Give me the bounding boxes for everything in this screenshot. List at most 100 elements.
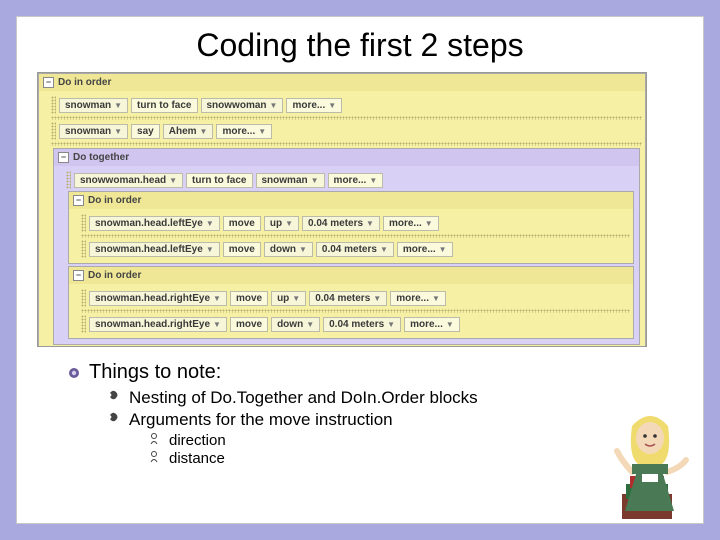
object-tile[interactable]: snowman▼ — [59, 124, 128, 139]
grip-icon[interactable] — [81, 214, 86, 232]
list-item: Nesting of Do.Together and DoIn.Order bl… — [107, 388, 683, 408]
dropdown-icon[interactable]: ▼ — [387, 320, 395, 329]
dir-tile[interactable]: down▼ — [271, 317, 320, 332]
dir-tile[interactable]: down▼ — [264, 242, 313, 257]
grip-icon[interactable] — [66, 171, 71, 189]
slide: Coding the first 2 steps − Do in order s… — [16, 16, 704, 524]
grip-icon[interactable] — [81, 289, 86, 307]
more-tile[interactable]: more...▼ — [286, 98, 342, 113]
bullet-icon — [107, 388, 121, 402]
dropdown-icon[interactable]: ▼ — [270, 101, 278, 110]
dropdown-icon[interactable]: ▼ — [439, 245, 447, 254]
list-item: Things to note: — [67, 361, 683, 384]
block-header[interactable]: − Do together — [54, 149, 639, 166]
code-row[interactable]: snowman▼ say Ahem▼ more...▼ — [51, 122, 642, 140]
code-row[interactable]: snowman▼ turn to face snowwoman▼ more...… — [51, 96, 642, 114]
grip-icon[interactable] — [51, 96, 56, 114]
grip-icon[interactable] — [51, 122, 56, 140]
method-tile[interactable]: turn to face — [131, 98, 197, 113]
code-row[interactable]: snowman.head.rightEye▼ move up▼ 0.04 met… — [81, 289, 630, 307]
grip-icon[interactable] — [81, 240, 86, 258]
bullet-icon — [67, 366, 81, 380]
alice-character-image — [602, 376, 697, 521]
divider — [51, 142, 642, 146]
object-tile[interactable]: snowman▼ — [59, 98, 128, 113]
do-in-order-block[interactable]: − Do in order snowman.head.rightEye▼ mov… — [68, 266, 634, 339]
dropdown-icon[interactable]: ▼ — [114, 127, 122, 136]
block-label: Do together — [73, 152, 129, 163]
code-row[interactable]: snowman.head.leftEye▼ move up▼ 0.04 mete… — [81, 214, 630, 232]
more-tile[interactable]: more...▼ — [397, 242, 453, 257]
more-tile[interactable]: more...▼ — [328, 173, 384, 188]
dist-tile[interactable]: 0.04 meters▼ — [323, 317, 401, 332]
collapse-icon[interactable]: − — [73, 195, 84, 206]
dropdown-icon[interactable]: ▼ — [446, 320, 454, 329]
bullet-text: Arguments for the move instruction — [129, 410, 393, 430]
code-editor: − Do in order snowman▼ turn to face snow… — [37, 72, 647, 347]
do-in-order-block[interactable]: − Do in order snowman▼ turn to face snow… — [38, 73, 646, 347]
dropdown-icon[interactable]: ▼ — [114, 101, 122, 110]
object-tile[interactable]: snowman.head.rightEye▼ — [89, 317, 227, 332]
object-tile[interactable]: snowwoman.head▼ — [74, 173, 183, 188]
arg-tile[interactable]: snowman▼ — [256, 173, 325, 188]
arg-tile[interactable]: Ahem▼ — [163, 124, 214, 139]
code-row[interactable]: snowman.head.rightEye▼ move down▼ 0.04 m… — [81, 315, 630, 333]
dropdown-icon[interactable]: ▼ — [380, 245, 388, 254]
dropdown-icon[interactable]: ▼ — [328, 101, 336, 110]
dropdown-icon[interactable]: ▼ — [213, 320, 221, 329]
block-header[interactable]: − Do in order — [39, 74, 645, 91]
dropdown-icon[interactable]: ▼ — [258, 127, 266, 136]
dropdown-icon[interactable]: ▼ — [200, 127, 208, 136]
method-tile[interactable]: turn to face — [186, 173, 252, 188]
dropdown-icon[interactable]: ▼ — [369, 176, 377, 185]
more-tile[interactable]: more...▼ — [390, 291, 446, 306]
dist-tile[interactable]: 0.04 meters▼ — [309, 291, 387, 306]
dropdown-icon[interactable]: ▼ — [292, 294, 300, 303]
dropdown-icon[interactable]: ▼ — [373, 294, 381, 303]
block-header[interactable]: − Do in order — [69, 267, 633, 284]
dropdown-icon[interactable]: ▼ — [206, 245, 214, 254]
block-label: Do in order — [58, 77, 111, 88]
more-tile[interactable]: more...▼ — [404, 317, 460, 332]
more-tile[interactable]: more...▼ — [383, 216, 439, 231]
collapse-icon[interactable]: − — [73, 270, 84, 281]
more-tile[interactable]: more...▼ — [216, 124, 272, 139]
collapse-icon[interactable]: − — [58, 152, 69, 163]
method-tile[interactable]: say — [131, 124, 160, 139]
divider — [81, 309, 630, 313]
collapse-icon[interactable]: − — [43, 77, 54, 88]
dir-tile[interactable]: up▼ — [271, 291, 306, 306]
bullet-icon — [147, 432, 161, 446]
method-tile[interactable]: move — [223, 216, 261, 231]
dist-tile[interactable]: 0.04 meters▼ — [302, 216, 380, 231]
dropdown-icon[interactable]: ▼ — [299, 245, 307, 254]
dropdown-icon[interactable]: ▼ — [306, 320, 314, 329]
dropdown-icon[interactable]: ▼ — [213, 294, 221, 303]
code-row[interactable]: snowman.head.leftEye▼ move down▼ 0.04 me… — [81, 240, 630, 258]
object-tile[interactable]: snowman.head.leftEye▼ — [89, 216, 220, 231]
dropdown-icon[interactable]: ▼ — [169, 176, 177, 185]
block-header[interactable]: − Do in order — [69, 192, 633, 209]
do-together-block[interactable]: − Do together snowwoman.head▼ turn to fa… — [53, 148, 640, 345]
do-in-order-block[interactable]: − Do in order snowman.head.leftEye▼ move… — [68, 191, 634, 264]
object-tile[interactable]: snowman.head.rightEye▼ — [89, 291, 227, 306]
method-tile[interactable]: move — [230, 317, 268, 332]
dropdown-icon[interactable]: ▼ — [206, 219, 214, 228]
method-tile[interactable]: move — [223, 242, 261, 257]
code-row[interactable]: snowwoman.head▼ turn to face snowman▼ mo… — [66, 171, 636, 189]
arg-tile[interactable]: snowwoman▼ — [201, 98, 284, 113]
object-tile[interactable]: snowman.head.leftEye▼ — [89, 242, 220, 257]
dir-tile[interactable]: up▼ — [264, 216, 299, 231]
dropdown-icon[interactable]: ▼ — [425, 219, 433, 228]
dropdown-icon[interactable]: ▼ — [285, 219, 293, 228]
dropdown-icon[interactable]: ▼ — [366, 219, 374, 228]
block-label: Do in order — [88, 270, 141, 281]
bullet-text: distance — [169, 450, 225, 467]
dist-tile[interactable]: 0.04 meters▼ — [316, 242, 394, 257]
bullet-list: Things to note: Nesting of Do.Together a… — [67, 361, 683, 467]
dropdown-icon[interactable]: ▼ — [432, 294, 440, 303]
dropdown-icon[interactable]: ▼ — [311, 176, 319, 185]
divider — [51, 116, 642, 120]
method-tile[interactable]: move — [230, 291, 268, 306]
grip-icon[interactable] — [81, 315, 86, 333]
